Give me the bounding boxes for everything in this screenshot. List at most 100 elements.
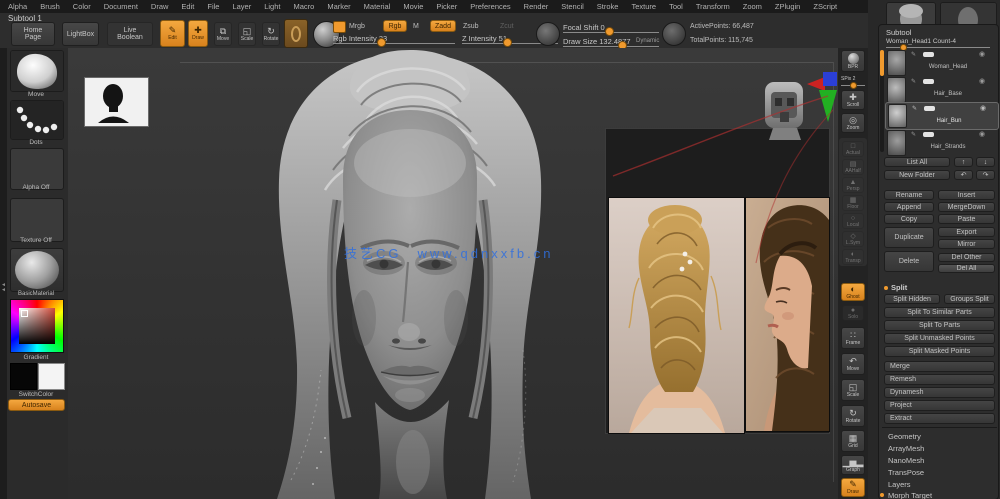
menu-brush[interactable]: Brush [40, 2, 60, 11]
menu-render[interactable]: Render [524, 2, 549, 11]
mrgb-swatch[interactable] [333, 21, 346, 33]
persp-button[interactable]: ▲ Persp [842, 177, 864, 193]
insert-button[interactable]: Insert [938, 190, 995, 200]
export-button[interactable]: Export [938, 227, 995, 237]
subtool-eye-icon[interactable]: ◉ [980, 104, 986, 112]
zadd-button[interactable]: Zadd [430, 20, 456, 32]
del-other-button[interactable]: Del Other [938, 253, 995, 262]
subtool-visibility-toggle[interactable] [923, 79, 934, 84]
texture-selector[interactable] [10, 198, 64, 242]
subtool-paint-icon[interactable]: ✎ [911, 51, 916, 58]
subtool-up-button[interactable]: ↑ [954, 157, 973, 167]
frame-button[interactable]: ∷ Frame [841, 327, 865, 349]
section-morph-target[interactable]: Morph Target [888, 491, 932, 499]
subtool-paint-icon[interactable]: ✎ [911, 131, 916, 138]
menu-stroke[interactable]: Stroke [597, 2, 619, 11]
subtool-visibility-toggle[interactable] [923, 132, 934, 137]
reference-thumbnail[interactable] [84, 77, 149, 127]
sculpt-head-model[interactable] [225, 50, 595, 499]
solo-button[interactable]: ● Solo [842, 305, 864, 321]
section-arraymesh[interactable]: ArrayMesh [888, 444, 924, 453]
project-button[interactable]: Project [884, 400, 995, 411]
local-button[interactable]: ○ Local [842, 213, 864, 229]
section-layers[interactable]: Layers [888, 480, 911, 489]
rotate-button[interactable]: ↻ Rotate [262, 22, 280, 46]
append-button[interactable]: Append [884, 202, 934, 212]
mergedown-button[interactable]: MergeDown [938, 202, 995, 212]
menu-material[interactable]: Material [364, 2, 391, 11]
graph-button[interactable]: ▁▅▂ Graph [841, 455, 865, 475]
menu-draw[interactable]: Draw [151, 2, 169, 11]
draw-button[interactable]: ✚ Draw [188, 20, 208, 47]
autosave-button[interactable]: Autosave [8, 399, 65, 411]
rgb-button[interactable]: Rgb [383, 20, 407, 32]
zoom-button[interactable]: ◎ Zoom [841, 113, 865, 133]
mrgb-label[interactable]: Mrgb [349, 23, 365, 30]
menu-picker[interactable]: Picker [436, 2, 457, 11]
subtool-scroll-thumb[interactable] [880, 50, 884, 76]
zcut-label[interactable]: Zcut [500, 23, 514, 30]
subtool-eye-icon[interactable]: ◉ [979, 50, 985, 58]
left-tray-divider[interactable] [0, 48, 7, 499]
menu-document[interactable]: Document [104, 2, 138, 11]
zsub-label[interactable]: Zsub [463, 23, 479, 30]
stroke-selector[interactable] [10, 100, 64, 140]
menu-tool[interactable]: Tool [669, 2, 683, 11]
menu-transform[interactable]: Transform [696, 2, 730, 11]
floor-button[interactable]: ▦ Floor [842, 195, 864, 211]
menu-preferences[interactable]: Preferences [470, 2, 510, 11]
live-boolean-button[interactable]: Live Boolean [107, 22, 153, 46]
brush-selector[interactable] [10, 50, 64, 92]
folder-expand-button[interactable]: ↷ [976, 170, 995, 180]
subtool-paint-icon[interactable]: ✎ [911, 78, 916, 85]
brush-preview-icon[interactable] [536, 22, 560, 46]
duplicate-button[interactable]: Duplicate [884, 227, 934, 248]
bpr-button[interactable]: BPR [841, 50, 865, 72]
reference-photo-blonde[interactable] [608, 197, 745, 434]
m-label[interactable]: M [413, 23, 419, 30]
draw-mode-button[interactable]: ✎ Draw [841, 478, 865, 497]
menu-file[interactable]: File [207, 2, 219, 11]
dynamic-toggle[interactable]: Dynamic [636, 38, 659, 44]
del-all-button[interactable]: Del All [938, 264, 995, 273]
subtool-visibility-toggle[interactable] [923, 52, 934, 57]
merge-button[interactable]: Merge [884, 361, 995, 372]
z-intensity-nub[interactable] [503, 38, 512, 47]
subtool-paint-icon[interactable]: ✎ [912, 105, 917, 112]
split-to-parts-button[interactable]: Split To Parts [884, 320, 995, 331]
spix-nub[interactable] [850, 82, 857, 89]
lsym-button[interactable]: ◇ L.Sym [842, 231, 864, 247]
section-nanomesh[interactable]: NanoMesh [888, 456, 924, 465]
menu-zoom[interactable]: Zoom [743, 2, 762, 11]
menu-texture[interactable]: Texture [631, 2, 656, 11]
move-button[interactable]: ⧉ Move [214, 22, 232, 46]
spix-slider[interactable]: SPix 2 [841, 76, 865, 86]
section-geometry[interactable]: Geometry [888, 432, 921, 441]
focal-shift-slider[interactable]: Focal Shift 0 [563, 23, 659, 33]
subtool-row[interactable]: ✎ ◉ Hair_Base [887, 77, 995, 101]
folder-collapse-button[interactable]: ↶ [954, 170, 973, 180]
edit-button[interactable]: ✎ Edit [160, 20, 185, 47]
rgb-intensity-nub[interactable] [377, 38, 386, 47]
delete-button[interactable]: Delete [884, 251, 934, 272]
sculptris-pro-button[interactable] [284, 19, 308, 48]
scale-gizmo-button[interactable]: ◱ Scale [841, 379, 865, 401]
gradient-label[interactable]: Gradient [10, 354, 62, 361]
canvas-viewport[interactable]: 技艺CG www.qdnxxfb.cn [68, 48, 838, 499]
subtool-header[interactable]: Subtool [886, 28, 911, 37]
split-similar-button[interactable]: Split To Similar Parts [884, 307, 995, 318]
rename-button[interactable]: Rename [884, 190, 934, 200]
lightbox-button[interactable]: LightBox [62, 22, 99, 46]
menu-marker[interactable]: Marker [327, 2, 350, 11]
mirror-button[interactable]: Mirror [938, 239, 995, 249]
dynamesh-button[interactable]: Dynamesh [884, 387, 995, 398]
scale-button[interactable]: ◱ Scale [238, 22, 256, 46]
camera-mannequin-gizmo[interactable] [757, 70, 838, 140]
rgb-intensity-slider[interactable]: Rgb Intensity 33 [333, 34, 455, 44]
rotate-gizmo-button[interactable]: ↻ Rotate [841, 405, 865, 427]
split-unmasked-button[interactable]: Split Unmasked Points [884, 333, 995, 344]
split-section-header[interactable]: Split [884, 283, 907, 292]
menu-layer[interactable]: Layer [232, 2, 251, 11]
subtool-eye-icon[interactable]: ◉ [979, 77, 985, 85]
subtool-row[interactable]: ✎ ◉ Woman_Head [887, 50, 995, 74]
